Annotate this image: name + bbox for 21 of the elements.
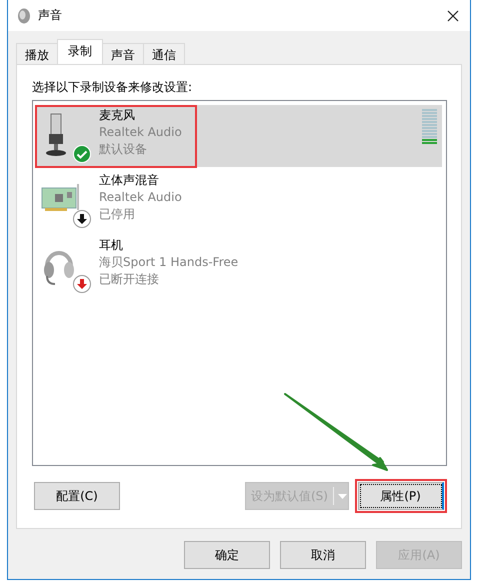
- instruction-text: 选择以下录制设备来修改设置:: [32, 79, 194, 96]
- dialog-button[interactable]: 配置(C): [34, 482, 120, 510]
- device-status: 默认设备: [99, 141, 148, 158]
- window-title: 声音: [38, 7, 62, 24]
- dialog-button[interactable]: 属性(P): [358, 482, 444, 510]
- speaker-icon: [17, 8, 31, 24]
- device-name: 麦克风: [99, 107, 136, 124]
- device-driver: 海贝Sport 1 Hands-Free: [99, 254, 238, 271]
- device-status: 已断开连接: [99, 271, 160, 288]
- device-name: 立体声混音: [99, 172, 160, 189]
- dialog-button[interactable]: 确定: [184, 541, 270, 569]
- tab[interactable]: 播放: [16, 43, 58, 64]
- device-status: 已停用: [99, 206, 136, 223]
- dialog-button[interactable]: 取消: [280, 541, 366, 569]
- tab[interactable]: 通信: [143, 43, 185, 64]
- device-driver: Realtek Audio: [99, 124, 182, 141]
- device-name: 耳机: [99, 237, 124, 254]
- close-icon[interactable]: [447, 10, 459, 22]
- device-item[interactable]: 麦克风 Realtek Audio 默认设备: [35, 105, 442, 167]
- device-driver: Realtek Audio: [99, 189, 182, 206]
- tab[interactable]: 录制: [57, 39, 103, 64]
